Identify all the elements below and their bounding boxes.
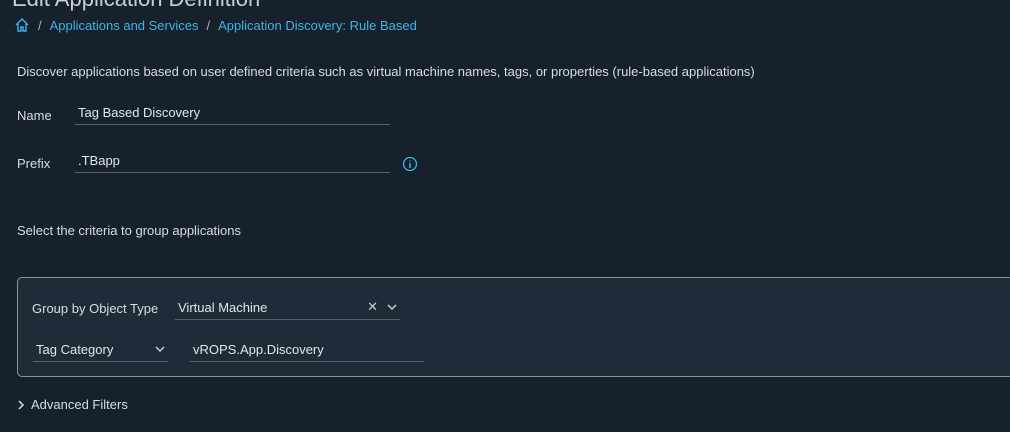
object-type-label: Group by Object Type: [32, 301, 159, 316]
object-type-select[interactable]: Virtual Machine ✕: [175, 299, 400, 320]
name-label: Name: [17, 108, 52, 123]
prefix-input[interactable]: .TBapp: [75, 153, 390, 173]
category-select[interactable]: Tag Category: [33, 342, 168, 362]
home-icon[interactable]: [14, 17, 30, 33]
breadcrumb-application-discovery[interactable]: Application Discovery: Rule Based: [218, 18, 417, 33]
chevron-right-icon: [18, 399, 25, 410]
advanced-filters-toggle[interactable]: Advanced Filters: [17, 397, 128, 412]
breadcrumb: / Applications and Services / Applicatio…: [14, 17, 417, 33]
chevron-down-icon[interactable]: [386, 302, 398, 312]
chevron-down-icon: [155, 346, 165, 353]
page-title: Edit Application Definition: [12, 0, 260, 12]
prefix-label: Prefix: [17, 156, 51, 171]
category-value-input[interactable]: vROPS.App.Discovery: [190, 342, 424, 362]
breadcrumb-applications-and-services[interactable]: Applications and Services: [50, 18, 199, 33]
description: Discover applications based on user defi…: [17, 64, 755, 79]
clear-icon[interactable]: ✕: [367, 299, 378, 315]
breadcrumb-separator: /: [38, 17, 42, 33]
advanced-filters-label: Advanced Filters: [31, 397, 128, 412]
category-select-value: Tag Category: [36, 342, 114, 357]
info-icon[interactable]: [402, 156, 418, 172]
object-type-value: Virtual Machine: [178, 300, 268, 315]
group-criteria-panel: [17, 277, 1010, 377]
name-input[interactable]: Tag Based Discovery: [75, 105, 390, 125]
breadcrumb-separator: /: [206, 17, 211, 33]
criteria-label: Select the criteria to group application…: [17, 223, 242, 238]
